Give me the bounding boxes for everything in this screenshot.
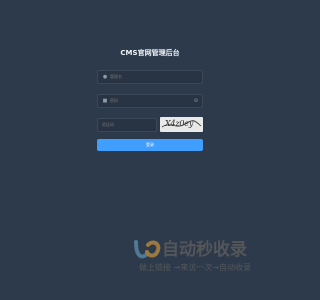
login-page: CMS官网管理后台 ● ■ ⊘ X4z0ey 登录 自动秒收录 做上链接 →来访… xyxy=(0,0,300,300)
watermark-logo-icon xyxy=(134,240,161,259)
watermark-title: 自动秒收录 xyxy=(162,240,247,260)
watermark: 自动秒收录 做上链接 →来访一次→自动收录 xyxy=(132,238,282,278)
lock-icon: ■ xyxy=(102,98,108,104)
watermark-subtitle: 做上链接 →来访一次→自动收录 xyxy=(139,263,251,272)
captcha-field[interactable] xyxy=(97,118,157,132)
eye-icon[interactable]: ⊘ xyxy=(193,98,199,104)
captcha-image[interactable]: X4z0ey xyxy=(160,117,203,132)
captcha-input[interactable] xyxy=(102,119,154,131)
password-field[interactable]: ■ ⊘ xyxy=(97,94,203,108)
username-field[interactable]: ● xyxy=(97,70,203,84)
login-form: CMS官网管理后台 ● ■ ⊘ X4z0ey 登录 xyxy=(97,0,203,160)
page-title: CMS官网管理后台 xyxy=(120,49,180,57)
captcha-noise-icon xyxy=(161,120,202,128)
login-button[interactable]: 登录 xyxy=(97,139,203,151)
user-icon: ● xyxy=(102,74,108,80)
username-input[interactable] xyxy=(110,71,190,83)
password-input[interactable] xyxy=(110,95,190,107)
